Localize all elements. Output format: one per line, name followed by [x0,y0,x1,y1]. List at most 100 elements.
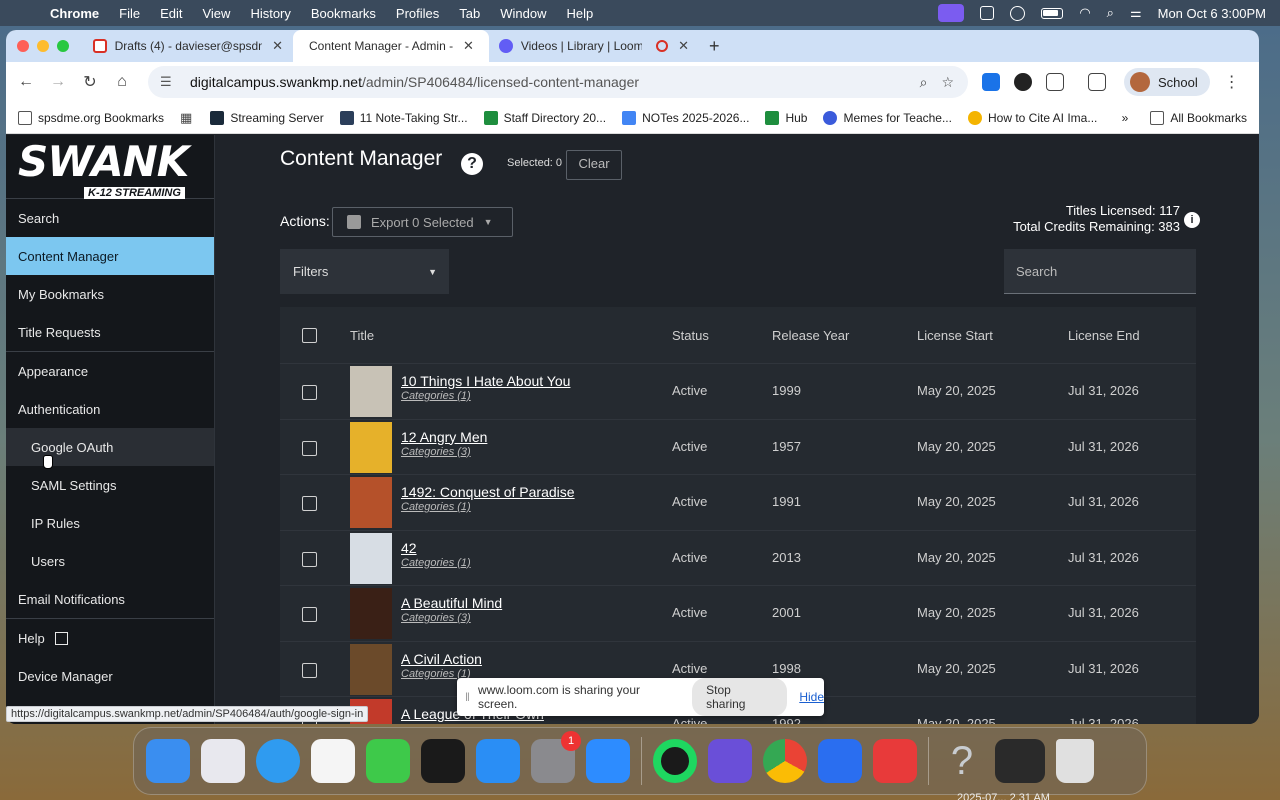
categories-link[interactable]: Categories (1) [401,390,570,402]
chrome-menu-icon[interactable]: ⋮ [1216,72,1248,92]
column-status[interactable]: Status [672,328,709,343]
extension-circle-icon[interactable] [1014,73,1032,91]
title-link[interactable]: A Beautiful Mind [401,595,502,611]
info-icon[interactable]: i [1184,212,1200,228]
launchpad-icon[interactable] [201,739,245,783]
control-center-icon[interactable]: ⚌ [1130,5,1142,21]
row-checkbox[interactable] [302,385,317,400]
sidebar-item-google-oauth[interactable]: Google OAuth [6,428,214,466]
purple-app-icon[interactable] [708,739,752,783]
row-checkbox[interactable] [302,662,317,678]
menu-tab[interactable]: Tab [459,6,480,21]
sidebar-item-authentication[interactable]: Authentication [6,390,214,428]
trash-icon[interactable] [1056,739,1094,783]
menu-app-name[interactable]: Chrome [50,6,99,21]
bookmark-star-icon[interactable]: ☆ [941,74,954,91]
help-icon[interactable]: ? [940,739,984,783]
column-license-start[interactable]: License Start [917,328,993,343]
export-selected-button[interactable]: Export 0 Selected ▼ [332,207,513,237]
column-release-year[interactable]: Release Year [772,328,849,343]
menu-help[interactable]: Help [567,6,594,21]
zoom-icon[interactable] [586,739,630,783]
forward-icon[interactable]: → [42,73,74,91]
bookmark-item[interactable]: Memes for Teache... [823,110,952,125]
spotlight-icon[interactable]: ⌕ [1107,5,1114,21]
zoom-icon[interactable]: ⌕ [920,74,928,91]
title-link[interactable]: 10 Things I Hate About You [401,373,570,389]
zoom-window-button[interactable] [57,40,69,52]
window-icon[interactable] [980,6,995,20]
bookmark-item[interactable]: Streaming Server [210,110,324,125]
tab-gmail[interactable]: Drafts (4) - davieser@spsdm ✕ [83,30,293,62]
row-checkbox[interactable] [302,496,317,511]
movie-poster[interactable] [350,477,392,528]
home-icon[interactable]: ⌂ [106,73,138,91]
safari-icon[interactable] [256,739,300,783]
close-tab-icon[interactable]: ✕ [272,38,283,54]
screen-share-icon[interactable] [938,4,965,22]
title-link[interactable]: 1492: Conquest of Paradise [401,484,575,500]
search-input[interactable]: Search [1004,249,1196,294]
filters-dropdown[interactable]: Filters ▼ [280,249,449,294]
profile-chip[interactable]: School [1124,68,1210,96]
sidebar-item-email-notifications[interactable]: Email Notifications [6,580,214,618]
bookmark-item[interactable]: Hub [765,110,807,125]
wifi-icon[interactable]: ◠ [1079,5,1090,21]
menu-file[interactable]: File [119,6,140,21]
close-tab-icon[interactable]: ✕ [678,38,689,54]
categories-link[interactable]: Categories (3) [401,446,487,458]
movie-poster[interactable] [350,588,392,639]
finder-icon[interactable] [146,739,190,783]
menu-profiles[interactable]: Profiles [396,6,439,21]
column-title[interactable]: Title [350,328,374,343]
q-app-icon[interactable] [818,739,862,783]
close-window-button[interactable] [17,40,29,52]
select-all-checkbox[interactable] [302,327,317,343]
appstore-icon[interactable] [476,739,520,783]
chrome-icon[interactable] [763,739,807,783]
help-icon[interactable]: ? [461,153,483,175]
bookmark-item[interactable]: How to Cite AI Ima... [967,110,1097,125]
apps-grid-icon[interactable]: ▦ [180,110,192,126]
photos-icon[interactable] [311,739,355,783]
drag-handle-icon[interactable]: ‖ [465,690,470,704]
sidebar-item-help[interactable]: Help [6,619,214,657]
site-info-icon[interactable]: ☰ [160,74,180,90]
all-bookmarks-item[interactable]: All Bookmarks [1150,110,1247,125]
sidebar-item-saml-settings[interactable]: SAML Settings [6,466,214,504]
extension-d-icon[interactable] [982,73,1000,91]
office-icon[interactable] [873,739,917,783]
title-link[interactable]: 12 Angry Men [401,429,487,445]
extensions-puzzle-icon[interactable] [1046,73,1064,91]
more-bookmarks-icon[interactable]: » [1122,111,1129,125]
bookmark-item[interactable]: Staff Directory 20... [483,110,606,125]
movie-poster[interactable] [350,532,392,584]
tab-content-manager[interactable]: Content Manager - Admin - S ✕ [293,30,489,62]
menu-view[interactable]: View [202,6,230,21]
movie-poster[interactable] [350,366,392,417]
menu-bookmarks[interactable]: Bookmarks [311,6,376,21]
categories-link[interactable]: Categories (1) [401,557,471,569]
bookmark-item[interactable]: spsdme.org Bookmarks [18,110,164,125]
bookmark-item[interactable]: 11 Note-Taking Str... [339,110,468,125]
categories-link[interactable]: Categories (3) [401,612,502,624]
bookmark-item[interactable]: NOTes 2025-2026... [622,110,749,125]
minimize-window-button[interactable] [37,40,49,52]
swank-logo[interactable]: SWANK K-12 STREAMING [6,135,214,199]
menu-window[interactable]: Window [500,6,546,21]
battery-icon[interactable] [1041,7,1064,19]
categories-link[interactable]: Categories (1) [401,501,575,513]
clear-button[interactable]: Clear [566,150,622,180]
hide-link[interactable]: Hide [799,690,824,704]
facetime-icon[interactable] [366,739,410,783]
new-tab-button[interactable]: + [709,36,720,57]
sidebar-item-title-requests[interactable]: Title Requests [6,313,214,351]
spotify-icon[interactable] [653,739,697,783]
address-bar[interactable]: ☰ digitalcampus.swankmp.net /admin/SP406… [148,66,968,98]
movie-poster[interactable] [350,421,392,473]
title-link[interactable]: A Civil Action [401,651,482,667]
title-link[interactable]: 42 [401,540,471,556]
sidebar-item-content-manager[interactable]: Content Manager [6,237,214,275]
sidebar-item-users[interactable]: Users [6,542,214,580]
row-checkbox[interactable] [302,440,317,456]
